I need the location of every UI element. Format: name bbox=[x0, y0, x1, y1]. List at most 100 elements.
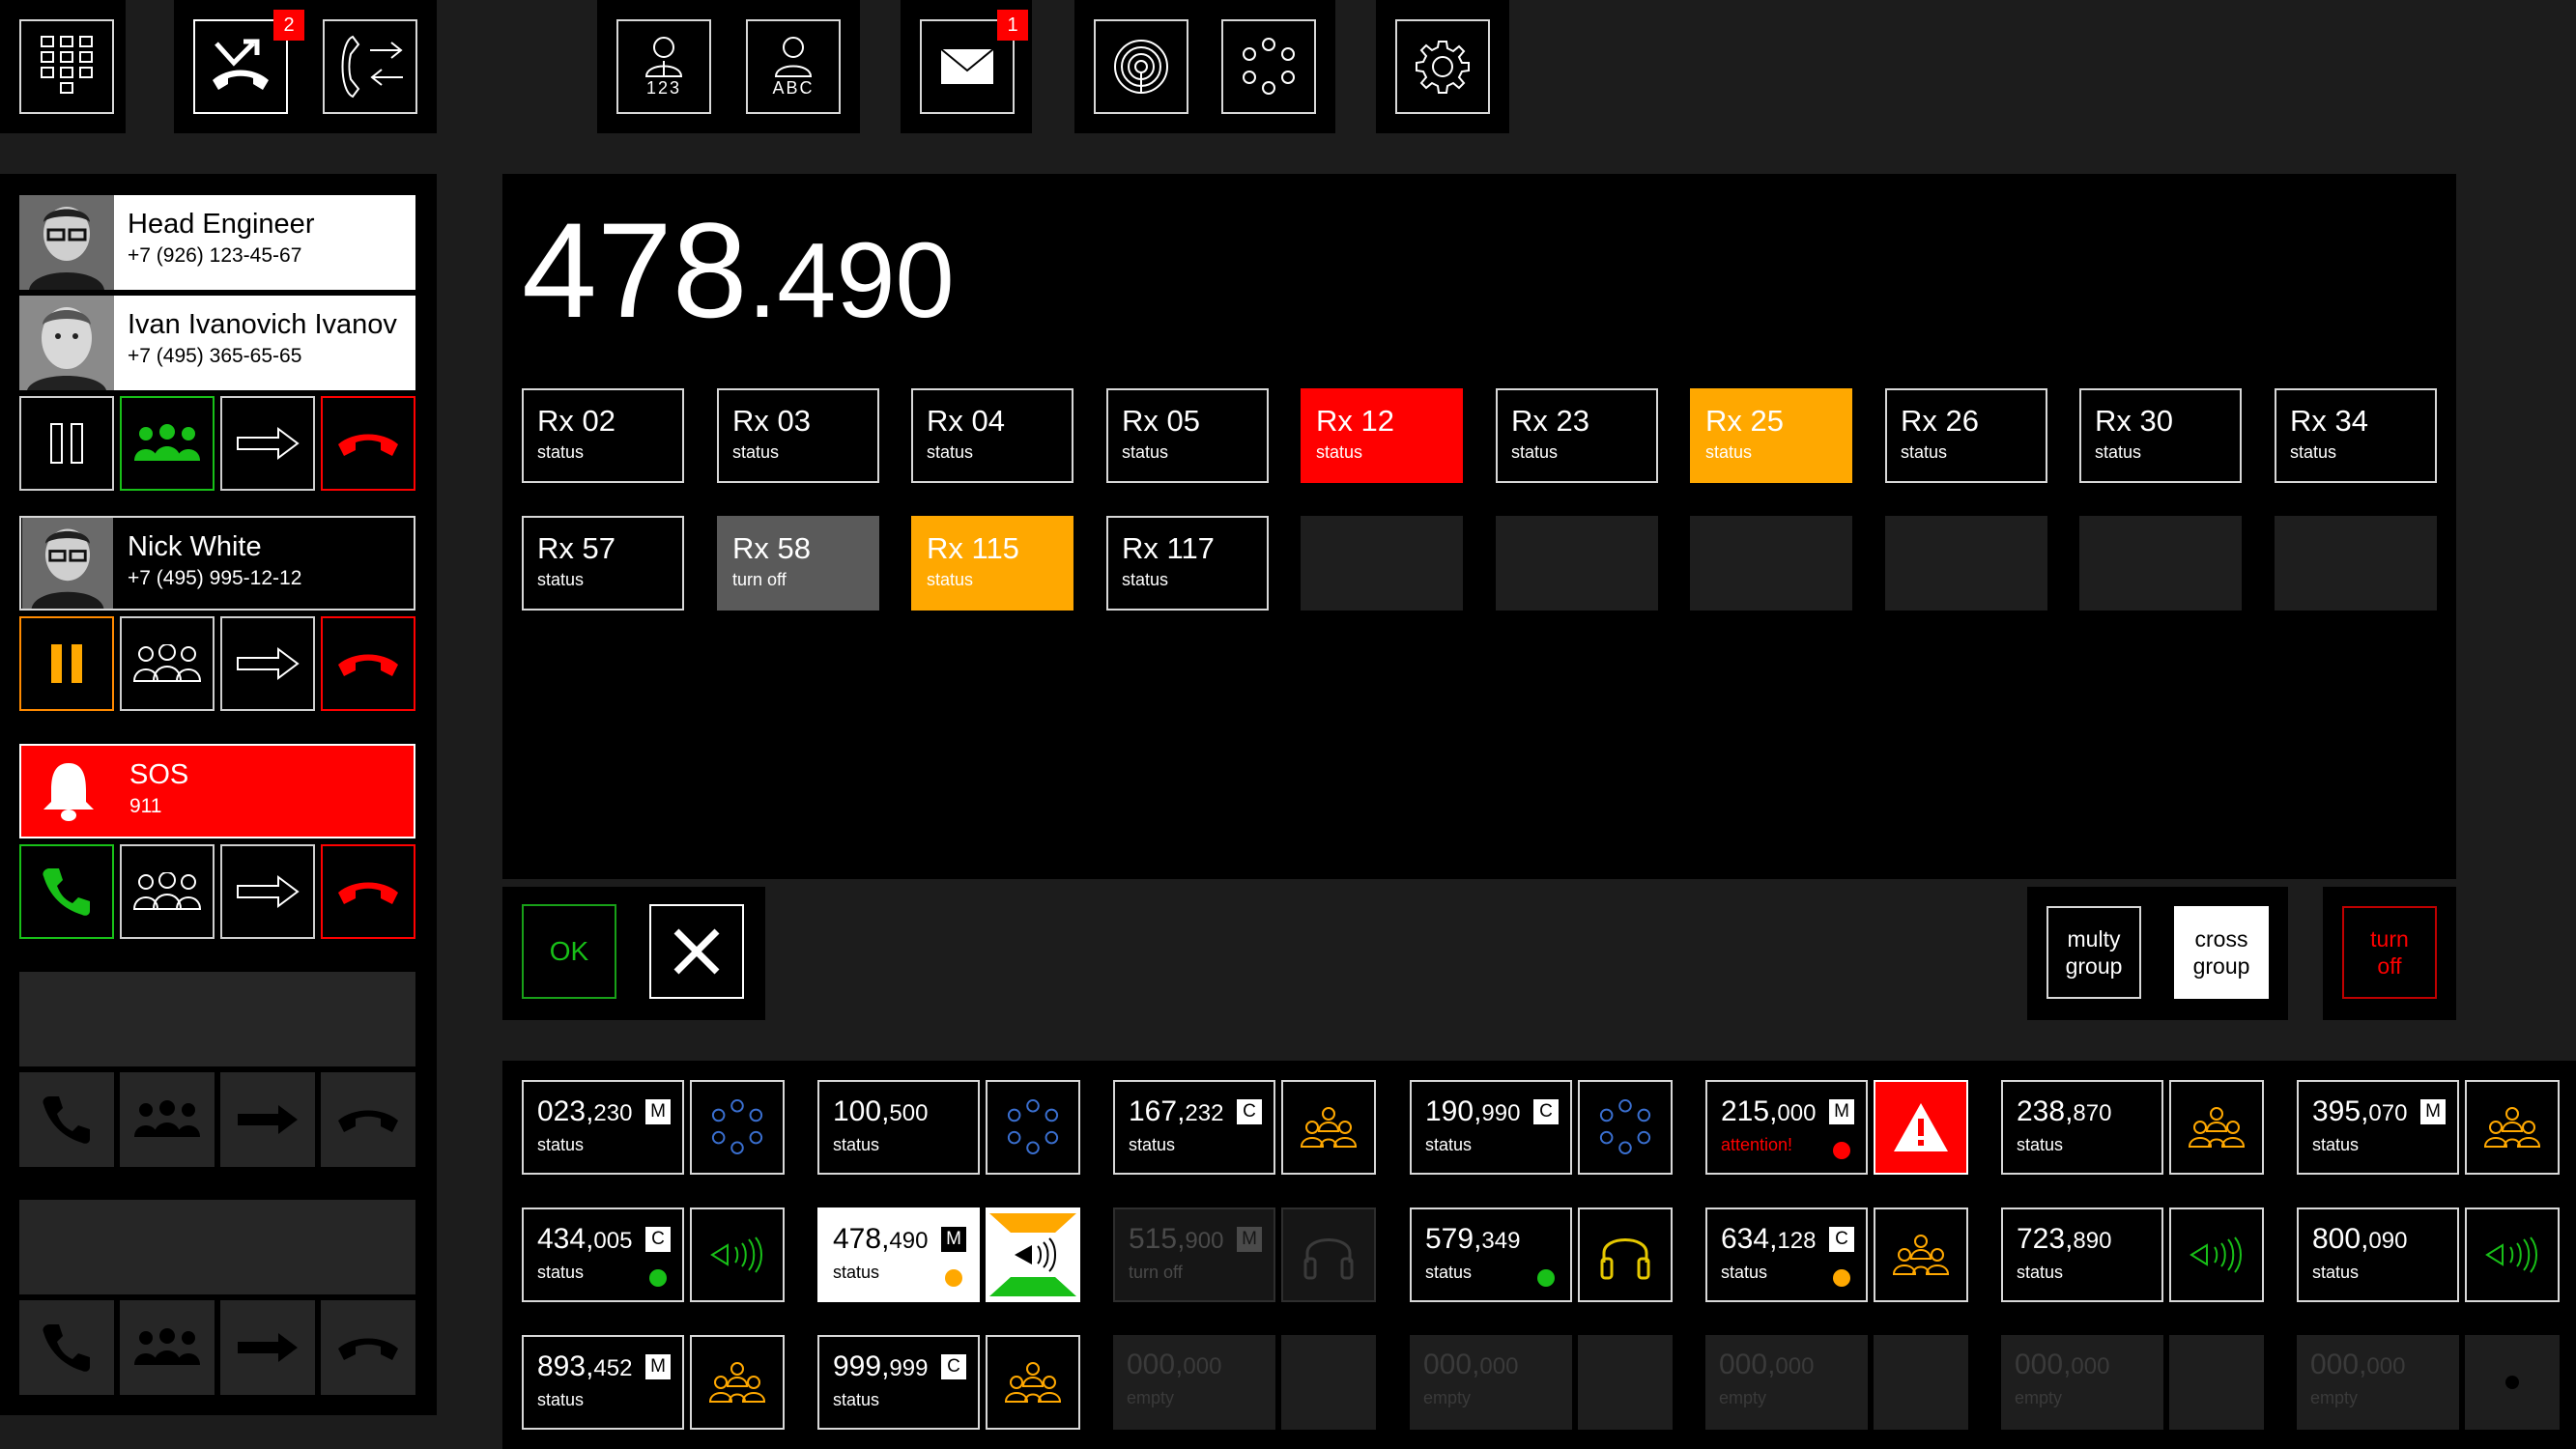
multy-group-button[interactable]: multy group bbox=[2046, 906, 2141, 999]
hangup-icon bbox=[338, 1110, 398, 1132]
conference-button[interactable] bbox=[1221, 19, 1316, 114]
receiver-status: status bbox=[927, 442, 974, 462]
channel-frequency: 579,349 bbox=[1425, 1223, 1521, 1255]
avatar bbox=[19, 195, 114, 290]
answer-button[interactable] bbox=[19, 844, 114, 939]
channel-button[interactable]: 893,452 status M bbox=[522, 1335, 684, 1430]
contacts-by-number-button[interactable]: 123 bbox=[616, 19, 711, 114]
receiver-button[interactable]: Rx 26 status bbox=[1885, 388, 2047, 483]
channel-status: status bbox=[833, 1390, 880, 1409]
forward-button[interactable] bbox=[220, 396, 315, 491]
channel-button[interactable]: 395,070 status M bbox=[2297, 1080, 2459, 1175]
answer-button-disabled bbox=[19, 1300, 114, 1395]
hold-button[interactable] bbox=[19, 396, 114, 491]
channel-button[interactable]: 023,230 status M bbox=[522, 1080, 684, 1175]
channel-action-button[interactable] bbox=[1281, 1208, 1376, 1302]
channel-button[interactable]: 478,490 status M bbox=[817, 1208, 980, 1302]
conference-join-button[interactable] bbox=[120, 396, 215, 491]
channel-action-button[interactable] bbox=[1874, 1080, 1968, 1175]
channel-frequency-sub: 000 bbox=[2071, 1353, 2110, 1379]
channel-action-button[interactable] bbox=[986, 1335, 1080, 1430]
receiver-button[interactable]: Rx 12 status bbox=[1301, 388, 1463, 483]
receiver-status: status bbox=[732, 442, 780, 462]
call-transfer-button[interactable] bbox=[323, 19, 417, 114]
empty-channel-slot: 000,000 empty bbox=[1410, 1335, 1572, 1430]
hold-button-active[interactable] bbox=[19, 616, 114, 711]
receiver-button[interactable]: Rx 04 status bbox=[911, 388, 1073, 483]
channel-type-tag: C bbox=[645, 1227, 671, 1252]
channel-frequency-sub: 000 bbox=[1777, 1100, 1817, 1126]
channel-button[interactable]: 999,999 status C bbox=[817, 1335, 980, 1430]
receiver-button[interactable]: Rx 57 status bbox=[522, 516, 684, 611]
receiver-button[interactable]: Rx 05 status bbox=[1106, 388, 1269, 483]
ok-button[interactable]: OK bbox=[522, 904, 616, 999]
headset-icon bbox=[1303, 1238, 1354, 1280]
channel-button[interactable]: 723,890 status bbox=[2001, 1208, 2163, 1302]
channel-frequency-sub: 232 bbox=[1185, 1100, 1224, 1126]
channel-action-button[interactable] bbox=[1874, 1208, 1968, 1302]
hangup-button[interactable] bbox=[321, 616, 415, 711]
channel-frequency-main: 515 bbox=[1129, 1223, 1178, 1255]
channel-action-button[interactable] bbox=[2465, 1080, 2560, 1175]
channel-action-button[interactable] bbox=[2465, 1208, 2560, 1302]
turn-off-button[interactable]: turn off bbox=[2342, 906, 2437, 999]
hangup-button[interactable] bbox=[321, 844, 415, 939]
channel-button[interactable]: 434,005 status C bbox=[522, 1208, 684, 1302]
receiver-button[interactable]: Rx 25 status bbox=[1690, 388, 1852, 483]
cross-group-button[interactable]: cross group bbox=[2174, 906, 2269, 999]
channel-type-tag: M bbox=[2420, 1099, 2446, 1124]
receiver-button[interactable]: Rx 03 status bbox=[717, 388, 879, 483]
dialpad-button[interactable] bbox=[19, 19, 114, 114]
channel-button[interactable]: 167,232 status C bbox=[1113, 1080, 1275, 1175]
contact-person-icon bbox=[774, 36, 813, 77]
call-card-nick-white[interactable]: Nick White +7 (495) 995-12-12 bbox=[19, 516, 415, 611]
dialpad-icon bbox=[41, 36, 93, 94]
group-icon bbox=[1004, 1362, 1062, 1403]
forward-button[interactable] bbox=[220, 616, 315, 711]
group-icon bbox=[1892, 1235, 1950, 1275]
contacts-by-name-button[interactable]: ABC bbox=[746, 19, 841, 114]
conference-button-disabled bbox=[120, 1072, 215, 1167]
channel-action-button[interactable] bbox=[1281, 1080, 1376, 1175]
receiver-button[interactable]: Rx 34 status bbox=[2275, 388, 2437, 483]
receiver-label: Rx 02 bbox=[537, 404, 615, 438]
conference-join-button[interactable] bbox=[120, 616, 215, 711]
channel-action-button[interactable] bbox=[986, 1208, 1080, 1302]
call-card-ivan-ivanov[interactable]: Ivan Ivanovich Ivanov +7 (495) 365-65-65 bbox=[19, 296, 415, 390]
channel-action-button[interactable] bbox=[1578, 1080, 1673, 1175]
settings-button[interactable] bbox=[1395, 19, 1490, 114]
channel-action-button[interactable] bbox=[690, 1208, 785, 1302]
hangup-button[interactable] bbox=[321, 396, 415, 491]
channel-action-button[interactable] bbox=[690, 1335, 785, 1430]
avatar bbox=[19, 296, 114, 390]
channel-button[interactable]: 634,128 status C bbox=[1705, 1208, 1868, 1302]
sos-call-card[interactable]: SOS 911 bbox=[19, 744, 415, 838]
channel-action-button[interactable] bbox=[2169, 1208, 2264, 1302]
channel-button[interactable]: 100,500 status bbox=[817, 1080, 980, 1175]
call-card-head-engineer[interactable]: Head Engineer +7 (926) 123-45-67 bbox=[19, 195, 415, 290]
conference-join-button[interactable] bbox=[120, 844, 215, 939]
channel-button[interactable]: 579,349 status bbox=[1410, 1208, 1572, 1302]
radio-broadcast-button[interactable] bbox=[1094, 19, 1188, 114]
receiver-button[interactable]: Rx 58 turn off bbox=[717, 516, 879, 611]
cancel-button[interactable] bbox=[649, 904, 744, 999]
channel-action-button[interactable] bbox=[690, 1080, 785, 1175]
active-channel-icon bbox=[989, 1213, 1076, 1296]
channel-button[interactable]: 215,000 attention! M bbox=[1705, 1080, 1868, 1175]
channel-status: empty bbox=[2310, 1388, 2359, 1407]
channel-button[interactable]: 190,990 status C bbox=[1410, 1080, 1572, 1175]
forward-button[interactable] bbox=[220, 844, 315, 939]
empty-receiver-slot bbox=[1885, 516, 2047, 611]
receiver-button[interactable]: Rx 23 status bbox=[1496, 388, 1658, 483]
channel-button[interactable]: 800,090 status bbox=[2297, 1208, 2459, 1302]
channel-action-button[interactable] bbox=[986, 1080, 1080, 1175]
empty-channel-slot: 000,000 empty bbox=[2297, 1335, 2459, 1430]
receiver-button[interactable]: Rx 115 status bbox=[911, 516, 1073, 611]
channel-button[interactable]: 238,870 status bbox=[2001, 1080, 2163, 1175]
channel-action-button[interactable] bbox=[1578, 1208, 1673, 1302]
receiver-button[interactable]: Rx 117 status bbox=[1106, 516, 1269, 611]
receiver-button[interactable]: Rx 30 status bbox=[2079, 388, 2242, 483]
channel-action-button[interactable] bbox=[2169, 1080, 2264, 1175]
receiver-button[interactable]: Rx 02 status bbox=[522, 388, 684, 483]
channel-button[interactable]: 515,900 turn off M bbox=[1113, 1208, 1275, 1302]
